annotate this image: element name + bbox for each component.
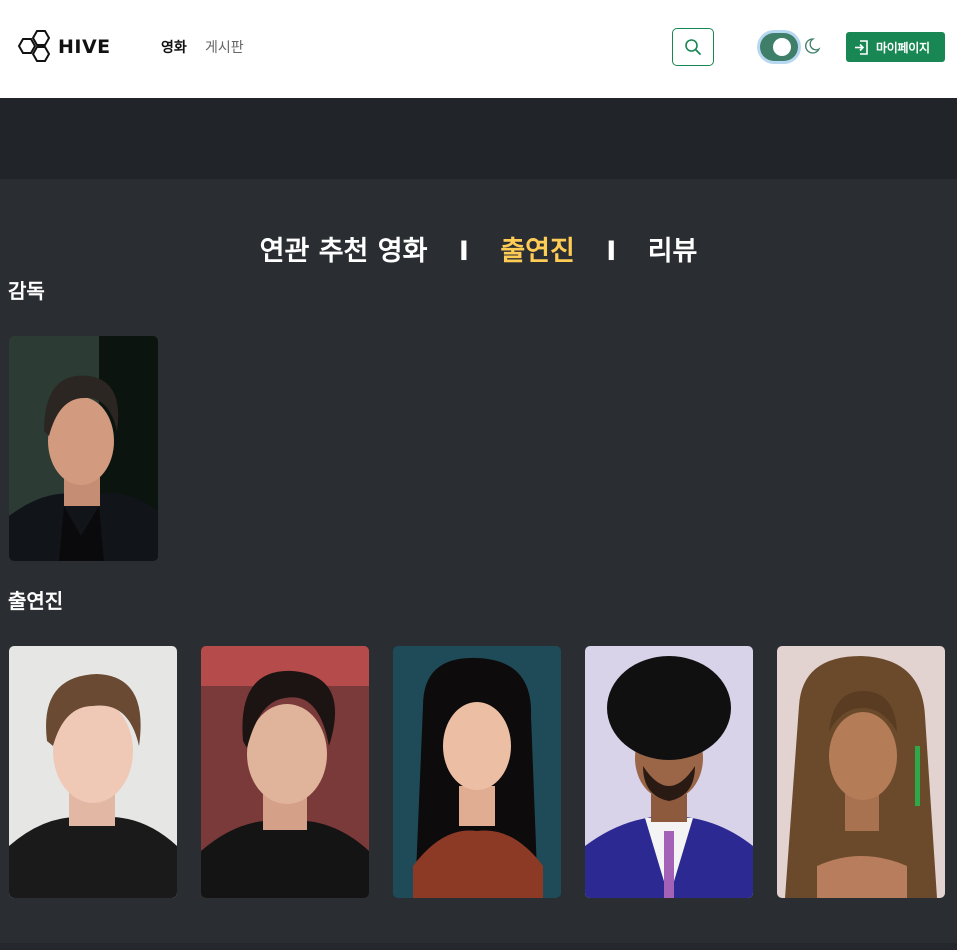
cast-card[interactable] [777,646,945,898]
search-button[interactable] [672,28,714,66]
cast-photo [9,646,177,898]
footer-divider [0,943,957,950]
cast-photo [777,646,945,898]
cast-photo [585,646,753,898]
tab-separator: I [458,236,469,267]
login-icon [855,39,868,55]
logo[interactable]: HIVE [15,29,111,65]
tab-cast[interactable]: 출연진 [500,236,575,267]
cast-section-title: 출연진 [8,589,64,613]
dark-mode-toggle[interactable] [760,33,798,61]
tab-separator: I [606,236,617,267]
top-navbar: HIVE 영화 게시판 마이페이지 [0,0,957,98]
cast-photo [201,646,369,898]
nav-board-link[interactable]: 게시판 [205,37,244,57]
toggle-knob [773,38,791,56]
moon-icon [805,38,821,54]
mypage-label: 마이페이지 [876,40,930,55]
logo-text: HIVE [58,36,111,58]
cast-card[interactable] [201,646,369,898]
tab-reviews[interactable]: 리뷰 [648,236,698,267]
search-icon [685,39,701,55]
movie-detail-content: 연관 추천 영화 I 출연진 I 리뷰 감독 출연진 [0,179,957,950]
director-photo [9,336,158,561]
director-card[interactable] [9,336,158,561]
cast-card[interactable] [585,646,753,898]
mypage-button[interactable]: 마이페이지 [846,32,945,62]
tab-related-movies[interactable]: 연관 추천 영화 [260,236,428,267]
director-section-title: 감독 [8,279,45,303]
hive-logo-icon [17,30,51,62]
cast-photo [393,646,561,898]
section-tabs: 연관 추천 영화 I 출연진 I 리뷰 [0,229,957,268]
cast-card[interactable] [9,646,177,898]
hero-band [0,98,957,179]
cast-card[interactable] [393,646,561,898]
nav-movie-link[interactable]: 영화 [161,37,187,57]
